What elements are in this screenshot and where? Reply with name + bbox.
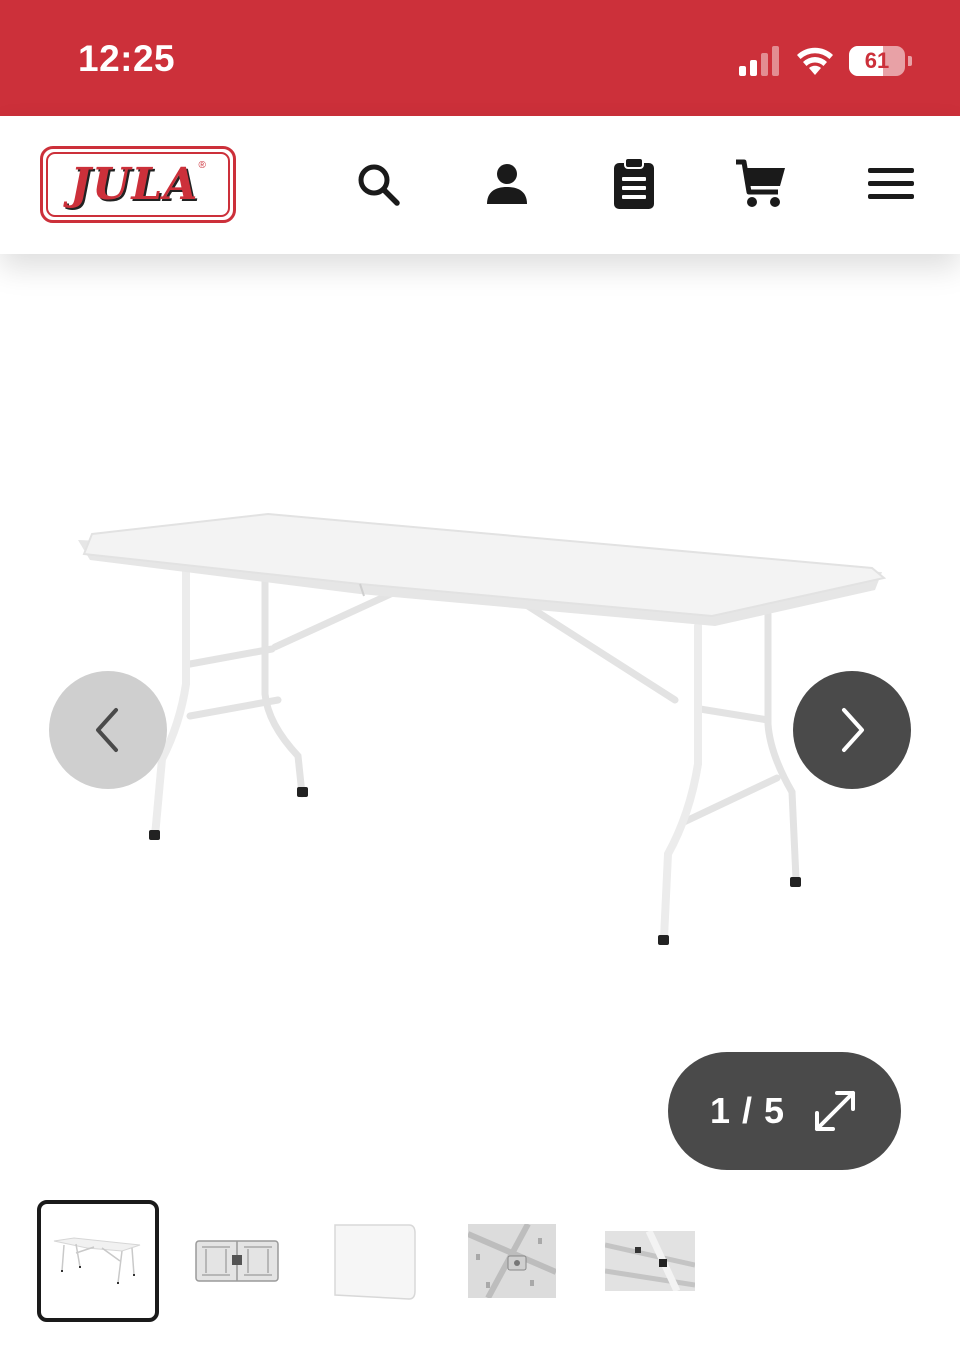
thumbnail-2[interactable] [176, 1200, 298, 1322]
battery-icon: 61 [849, 46, 905, 76]
status-time: 12:25 [78, 38, 176, 79]
account-icon [487, 164, 527, 204]
account-button[interactable] [479, 156, 535, 212]
search-icon [358, 164, 400, 206]
search-button[interactable] [350, 156, 406, 212]
thumbnail-1[interactable] [37, 1200, 159, 1322]
thumbnail-leg-detail [605, 1231, 695, 1291]
logo-text: JULA [70, 159, 199, 210]
site-header: JULA ® [0, 116, 960, 254]
jula-logo[interactable]: JULA ® [40, 146, 236, 223]
thumbnail-hinge-detail [468, 1224, 556, 1298]
expand-icon [815, 1091, 856, 1131]
thumbnail-5[interactable] [589, 1200, 711, 1322]
cart-icon [736, 159, 785, 207]
thumbnail-4[interactable] [451, 1200, 573, 1322]
wifi-icon [797, 47, 833, 75]
battery-cap [908, 56, 912, 66]
logo-frame: JULA ® [46, 152, 230, 217]
image-counter: 1 / 5 [710, 1090, 786, 1131]
thumbnail-table-standing [53, 1237, 141, 1284]
shopping-list-button[interactable] [606, 156, 662, 212]
previous-image-button[interactable] [49, 671, 167, 789]
thumbnail-table-folded [195, 1240, 279, 1282]
menu-icon [868, 168, 914, 199]
battery-level: 61 [864, 48, 890, 73]
thumbnail-strip [0, 1196, 960, 1326]
menu-button[interactable] [863, 156, 919, 212]
status-indicators: 61 [739, 44, 912, 78]
shopping-list-icon [614, 157, 654, 209]
next-image-button[interactable] [793, 671, 911, 789]
fullscreen-button[interactable]: 1 / 5 [668, 1052, 901, 1170]
signal-icon [739, 46, 779, 76]
product-gallery: 1 / 5 [0, 254, 960, 1194]
thumbnail-3[interactable] [313, 1200, 435, 1322]
thumbnail-table-top [334, 1224, 416, 1300]
status-bar: 12:25 61 [0, 0, 960, 116]
chevron-left-icon [96, 708, 118, 752]
chevron-right-icon [842, 708, 864, 752]
logo-registered-mark: ® [198, 160, 206, 171]
cart-button[interactable] [733, 156, 789, 212]
